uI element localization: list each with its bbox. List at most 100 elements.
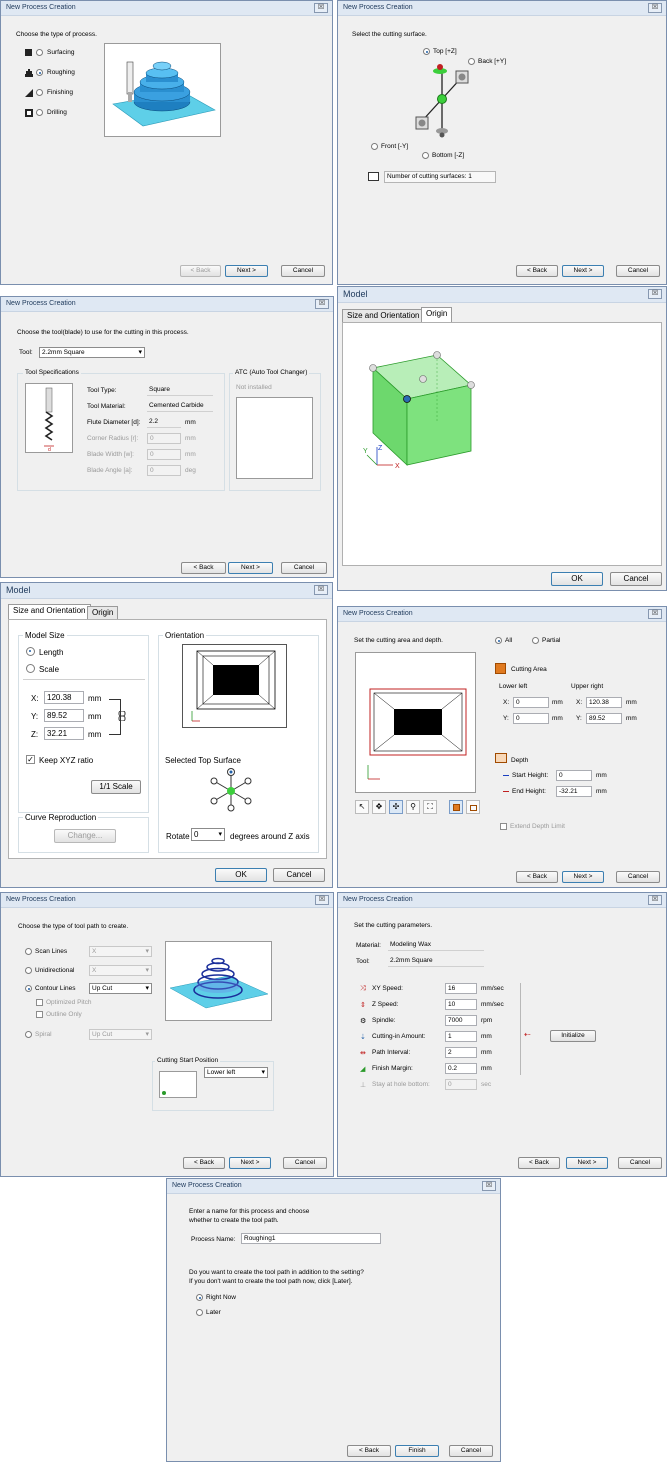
end-height-field[interactable]: -32.21 (556, 786, 592, 797)
next-button[interactable]: Next > (562, 265, 604, 277)
move-icon[interactable]: ✥ (372, 800, 386, 814)
radio-contour-lines[interactable] (25, 985, 32, 992)
param-label: Stay at hole bottom: (372, 1081, 430, 1088)
rotate-select[interactable]: 0 (191, 828, 225, 841)
extend-depth-checkbox[interactable] (500, 823, 507, 830)
spindle-field[interactable]: 7000 (445, 1015, 477, 1026)
path-interval-field[interactable]: 2 (445, 1047, 477, 1058)
y-field[interactable]: 89.52 (44, 709, 84, 722)
next-button[interactable]: Next > (566, 1157, 608, 1169)
radio-spiral[interactable] (25, 1031, 32, 1038)
scan-direction-select[interactable]: X (89, 946, 152, 957)
radio-unidirectional[interactable] (25, 967, 32, 974)
spiral-direction-select[interactable]: Up Cut (89, 1029, 152, 1040)
radio-partial[interactable] (532, 637, 539, 644)
select-arrow-icon[interactable]: ↖ (355, 800, 369, 814)
top-surface-selector[interactable] (206, 767, 256, 813)
tab-size-orientation[interactable]: Size and Orientation (342, 309, 425, 322)
cancel-button[interactable]: Cancel (283, 1157, 327, 1169)
scale-1-1-button[interactable]: 1/1 Scale (91, 780, 141, 794)
back-button[interactable]: < Back (347, 1445, 391, 1457)
next-button[interactable]: Next > (225, 265, 268, 277)
start-height-field[interactable]: 0 (556, 770, 592, 781)
cancel-button[interactable]: Cancel (616, 871, 660, 883)
zoom-icon[interactable]: ⚲ (406, 800, 420, 814)
process-name-field[interactable]: Roughing1 (241, 1233, 381, 1244)
spec-value: 0 (147, 433, 181, 444)
back-button[interactable]: < Back (518, 1157, 560, 1169)
stay-bottom-field[interactable]: 0 (445, 1079, 477, 1090)
radio-scale[interactable] (26, 664, 35, 673)
radio-all[interactable] (495, 637, 502, 644)
back-button[interactable]: < Back (516, 265, 558, 277)
finish-button[interactable]: Finish (395, 1445, 439, 1457)
radio-surfacing[interactable] (36, 49, 43, 56)
ll-y-field[interactable]: 0 (513, 713, 549, 724)
cancel-button[interactable]: Cancel (616, 265, 660, 277)
xy-speed-field[interactable]: 16 (445, 983, 477, 994)
tab-origin[interactable]: Origin (87, 606, 119, 619)
depth-mode-icon[interactable] (466, 800, 480, 814)
ll-x-field[interactable]: 0 (513, 697, 549, 708)
close-icon[interactable]: ☒ (648, 609, 662, 619)
contour-direction-select[interactable]: Up Cut (89, 983, 152, 994)
ok-button[interactable]: OK (215, 868, 267, 882)
cancel-button[interactable]: Cancel (281, 265, 325, 277)
param-unit: mm/sec (481, 985, 504, 992)
radio-right-now[interactable] (196, 1294, 203, 1301)
close-icon[interactable]: ☒ (314, 3, 328, 13)
cancel-button[interactable]: Cancel (449, 1445, 493, 1457)
back-button[interactable]: < Back (181, 562, 226, 574)
close-icon[interactable]: ☒ (648, 895, 662, 905)
close-icon[interactable]: ☒ (315, 299, 329, 309)
radio-bottom[interactable] (422, 152, 429, 159)
next-button[interactable]: Next > (229, 1157, 271, 1169)
cutting-in-field[interactable]: 1 (445, 1031, 477, 1042)
finish-margin-field[interactable]: 0.2 (445, 1063, 477, 1074)
radio-top[interactable] (423, 48, 430, 55)
x-field[interactable]: 120.38 (44, 691, 84, 704)
surface-selector[interactable] (408, 59, 478, 144)
tab-origin[interactable]: Origin (421, 307, 453, 322)
optimized-pitch-checkbox[interactable] (36, 999, 43, 1006)
cancel-button[interactable]: Cancel (273, 868, 325, 882)
radio-front[interactable] (371, 143, 378, 150)
change-button[interactable]: Change... (54, 829, 116, 843)
close-icon[interactable]: ☒ (315, 895, 329, 905)
prompt: Set the cutting parameters. (354, 922, 433, 929)
ur-x-field[interactable]: 120.38 (586, 697, 622, 708)
radio-roughing[interactable] (36, 69, 43, 76)
radio-finishing[interactable] (36, 89, 43, 96)
chain-link-icon[interactable] (118, 710, 126, 722)
close-icon[interactable]: ☒ (648, 3, 662, 13)
radio-drilling[interactable] (36, 109, 43, 116)
z-field[interactable]: 32.21 (44, 727, 84, 740)
start-position-select[interactable]: Lower left (204, 1067, 268, 1078)
radio-later[interactable] (196, 1309, 203, 1316)
cancel-button[interactable]: Cancel (610, 572, 662, 586)
next-button[interactable]: Next > (562, 871, 604, 883)
pan-icon[interactable]: ✣ (389, 800, 403, 814)
cancel-button[interactable]: Cancel (281, 562, 327, 574)
back-button[interactable]: < Back (516, 871, 558, 883)
back-button[interactable]: < Back (180, 265, 221, 277)
back-button[interactable]: < Back (183, 1157, 225, 1169)
area-mode-icon[interactable] (449, 800, 463, 814)
next-button[interactable]: Next > (228, 562, 273, 574)
z-speed-field[interactable]: 10 (445, 999, 477, 1010)
close-icon[interactable]: ☒ (482, 1181, 496, 1191)
ur-y-field[interactable]: 89.52 (586, 713, 622, 724)
close-icon[interactable]: ☒ (648, 289, 662, 299)
ok-button[interactable]: OK (551, 572, 603, 586)
tab-size-orientation[interactable]: Size and Orientation (8, 604, 91, 619)
fit-view-icon[interactable]: ⛶ (423, 800, 437, 814)
cancel-button[interactable]: Cancel (618, 1157, 662, 1169)
close-icon[interactable]: ☒ (314, 585, 328, 595)
radio-scan-lines[interactable] (25, 948, 32, 955)
radio-length[interactable] (26, 647, 35, 656)
outline-only-checkbox[interactable] (36, 1011, 43, 1018)
initialize-button[interactable]: Initialize (550, 1030, 596, 1042)
keep-ratio-checkbox[interactable] (26, 755, 35, 764)
tool-select[interactable]: 2.2mm Square (39, 347, 145, 358)
uni-direction-select[interactable]: X (89, 965, 152, 976)
